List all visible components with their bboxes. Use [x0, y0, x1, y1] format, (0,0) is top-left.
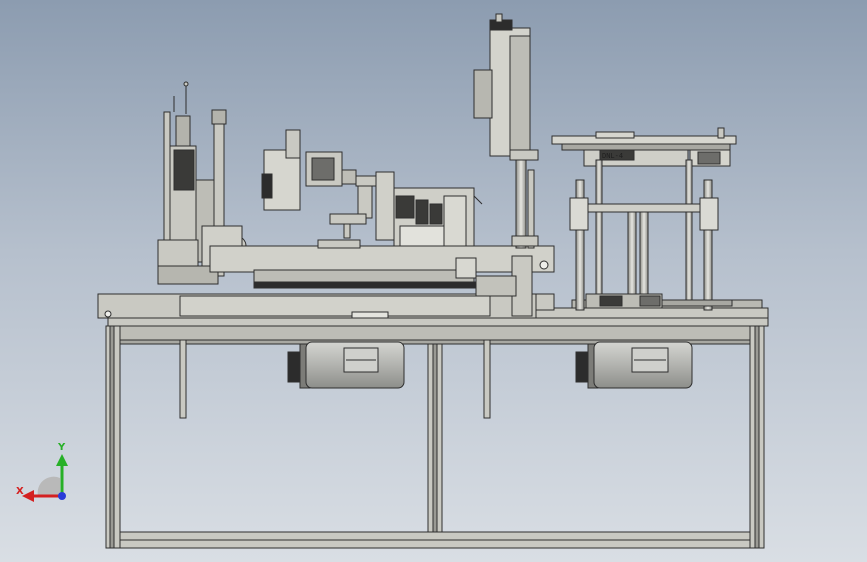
motor-right[interactable] — [575, 341, 693, 389]
center-actuator[interactable] — [261, 129, 395, 241]
z-axis-icon — [58, 492, 66, 500]
x-axis-label: X — [16, 486, 24, 497]
machine-model-view[interactable]: DNL-4 — [0, 0, 867, 562]
motor-left[interactable] — [287, 341, 405, 389]
gripper-cluster[interactable] — [393, 187, 483, 247]
triad-plane-icon — [37, 476, 60, 496]
y-axis-head-icon — [56, 454, 68, 466]
right-station[interactable] — [551, 127, 737, 311]
station-stamp: DNL-4 — [602, 152, 623, 160]
vertical-column[interactable] — [473, 13, 539, 249]
graphics-viewport[interactable]: DNL-4 Y X — [0, 0, 867, 562]
y-axis-label: Y — [58, 442, 66, 453]
